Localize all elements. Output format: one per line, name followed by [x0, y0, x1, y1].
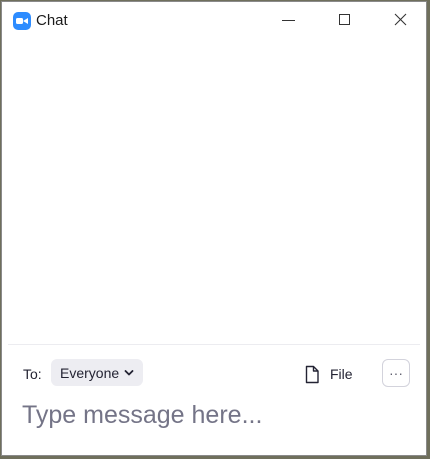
compose-divider: [8, 344, 420, 345]
minimize-button[interactable]: [266, 2, 312, 38]
file-button[interactable]: File: [304, 362, 353, 386]
maximize-button[interactable]: [322, 2, 368, 38]
close-button[interactable]: [378, 2, 424, 38]
recipient-dropdown[interactable]: Everyone: [51, 359, 144, 386]
title-bar[interactable]: Chat: [2, 2, 426, 38]
more-icon: ···: [389, 365, 403, 381]
recipient-label: Everyone: [60, 364, 120, 381]
file-label: File: [330, 366, 353, 382]
window-title: Chat: [36, 12, 68, 29]
to-label: To:: [23, 366, 42, 382]
message-input[interactable]: [22, 397, 412, 433]
file-icon: [305, 365, 319, 383]
zoom-video-icon: [13, 12, 31, 30]
more-options-button[interactable]: ···: [382, 359, 410, 387]
message-list[interactable]: [2, 38, 426, 344]
minimize-icon: [282, 20, 295, 21]
close-icon: [394, 13, 407, 26]
maximize-icon: [339, 14, 350, 25]
chat-window: Chat To: Everyone File ··· Type message …: [1, 1, 427, 456]
chevron-down-icon: [124, 369, 134, 375]
